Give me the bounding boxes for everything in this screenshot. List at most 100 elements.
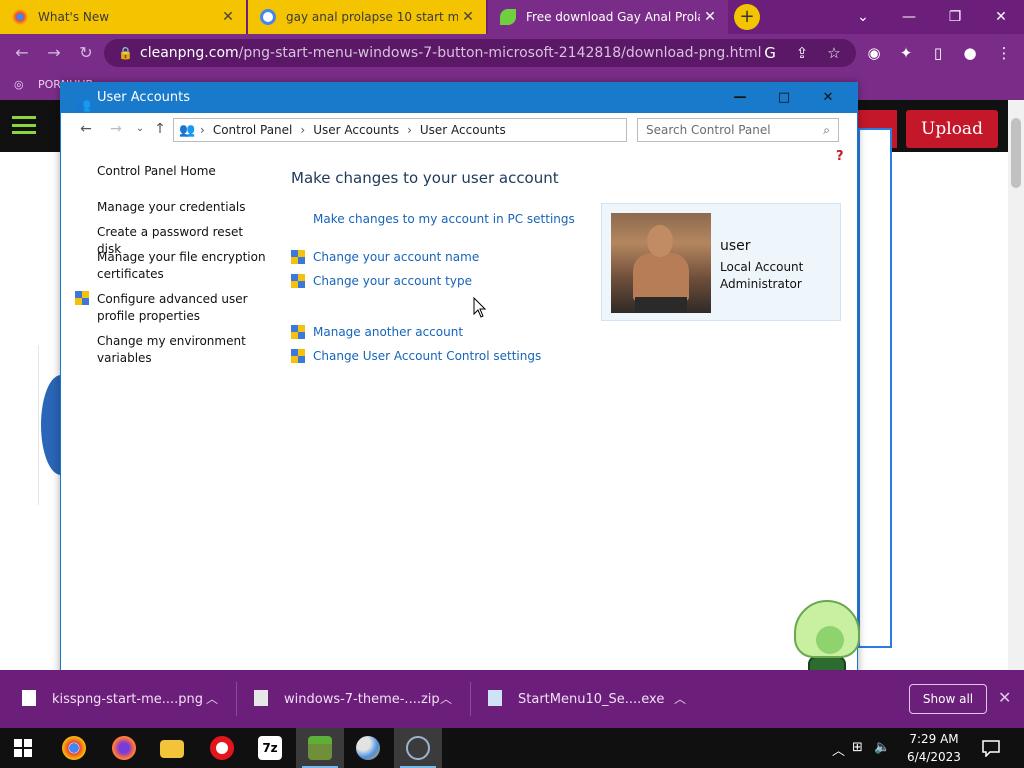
- tab-google-search[interactable]: gay anal prolapse 10 start menu ✕: [248, 0, 486, 34]
- taskbar-opera[interactable]: [198, 728, 246, 768]
- window-close-button[interactable]: ✕: [813, 85, 843, 111]
- chevron-up-icon[interactable]: ︿: [206, 690, 218, 707]
- folder-icon: [160, 740, 184, 758]
- taskbar-minecraft[interactable]: [296, 728, 344, 768]
- taskbar-7zip[interactable]: 7z: [246, 728, 294, 768]
- bookmark-globe-icon[interactable]: ◎: [14, 78, 24, 91]
- extensions-puzzle-icon[interactable]: ✦: [896, 43, 916, 63]
- downloads-close-icon[interactable]: ✕: [998, 688, 1011, 707]
- hamburger-menu-icon[interactable]: [12, 116, 36, 134]
- environment-variables-link[interactable]: Change my environment variables: [97, 333, 267, 367]
- advanced-profile-properties-link[interactable]: Configure advanced user profile properti…: [97, 291, 267, 325]
- shield-icon: [291, 325, 305, 339]
- chrome-icon: [12, 9, 28, 25]
- lock-icon: 🔒: [118, 46, 133, 60]
- manage-another-account-link[interactable]: Manage another account: [313, 325, 463, 339]
- network-icon[interactable]: ⊞: [852, 740, 863, 755]
- taskbar-control-panel[interactable]: [394, 728, 442, 768]
- account-type: Local Account: [720, 260, 804, 274]
- manage-credentials-link[interactable]: Manage your credentials: [97, 199, 267, 216]
- shield-icon: [291, 274, 305, 288]
- more-menu-icon[interactable]: ⋮: [994, 43, 1014, 63]
- breadcrumb-item[interactable]: User Accounts: [420, 123, 506, 137]
- tab-search-icon[interactable]: ⌄: [840, 0, 886, 34]
- page-title: Make changes to your user account: [291, 169, 559, 187]
- background-dialog: [858, 128, 892, 648]
- leaf-icon: [500, 9, 516, 25]
- url-path: /png-start-menu-windows-7-button-microso…: [238, 45, 762, 61]
- tab-close-icon[interactable]: ✕: [218, 9, 238, 25]
- pc-settings-link[interactable]: Make changes to my account in PC setting…: [313, 212, 575, 226]
- change-account-name-link[interactable]: Change your account name: [313, 250, 479, 264]
- tab-close-icon[interactable]: ✕: [458, 9, 478, 25]
- windows-start-icon[interactable]: [14, 739, 32, 757]
- share-icon[interactable]: ⇪: [792, 43, 812, 63]
- scrollbar-thumb[interactable]: [1011, 118, 1021, 188]
- download-filename: kisspng-start-me....png: [52, 692, 204, 707]
- uac-settings-link[interactable]: Change User Account Control settings: [313, 349, 541, 363]
- search-placeholder: Search Control Panel: [646, 123, 771, 137]
- search-icon[interactable]: ⌕: [823, 119, 830, 141]
- download-filename: StartMenu10_Se....exe: [518, 692, 665, 707]
- window-minimize-button[interactable]: —: [725, 85, 755, 111]
- extension-avatar-icon[interactable]: ◉: [864, 43, 884, 63]
- user-accounts-icon: [406, 736, 430, 760]
- window-maximize-button[interactable]: □: [769, 85, 799, 111]
- browser-restore-button[interactable]: ❐: [932, 0, 978, 34]
- zip-file-icon: [254, 690, 268, 706]
- tab-close-icon[interactable]: ✕: [700, 9, 720, 25]
- file-encryption-link[interactable]: Manage your file encryption certificates: [97, 249, 267, 283]
- breadcrumb-item[interactable]: User Accounts: [313, 123, 399, 137]
- page-scrollbar[interactable]: [1008, 100, 1024, 670]
- exe-file-icon: [488, 690, 502, 706]
- download-item[interactable]: StartMenu10_Se....exe: [488, 690, 664, 707]
- chevron-up-icon[interactable]: ︿: [674, 690, 686, 707]
- taskbar: 7z ︿ ⊞ 🔈 7:29 AM 6/4/2023: [0, 728, 1024, 768]
- google-lens-icon[interactable]: G: [760, 43, 780, 63]
- taskbar-chrome[interactable]: [50, 728, 98, 768]
- change-account-type-link[interactable]: Change your account type: [313, 274, 472, 288]
- breadcrumb[interactable]: 👥 › Control Panel › User Accounts › User Acco…: [173, 118, 627, 142]
- address-bar[interactable]: 🔒 cleanpng.com/png-start-menu-windows-7-b…: [104, 39, 856, 67]
- tab-whats-new[interactable]: What's New ✕: [0, 0, 246, 34]
- notification-center-icon[interactable]: [982, 739, 1000, 757]
- upload-button[interactable]: Upload: [906, 110, 998, 148]
- help-icon[interactable]: ?: [836, 149, 844, 164]
- google-icon: [260, 9, 276, 25]
- volume-icon[interactable]: 🔈: [874, 740, 890, 755]
- download-item[interactable]: kisspng-start-me....png: [22, 690, 203, 707]
- forward-arrow-icon[interactable]: →: [44, 43, 64, 63]
- file-icon: [22, 690, 36, 706]
- tab-cleanpng[interactable]: Free download Gay Anal Prolapse ✕: [488, 0, 728, 34]
- bookmark-star-icon[interactable]: ☆: [824, 43, 844, 63]
- clock-date: 6/4/2023: [907, 750, 961, 764]
- taskbar-firefox[interactable]: [100, 728, 148, 768]
- download-item[interactable]: windows-7-theme-....zip: [254, 690, 440, 707]
- back-icon[interactable]: ←: [77, 121, 95, 137]
- new-tab-button[interactable]: +: [734, 4, 760, 30]
- taskbar-paint[interactable]: [344, 728, 392, 768]
- chevron-up-icon[interactable]: ︿: [440, 690, 452, 707]
- 7zip-icon: 7z: [258, 736, 282, 760]
- breadcrumb-item[interactable]: Control Panel: [213, 123, 293, 137]
- forward-icon[interactable]: →: [107, 121, 125, 137]
- browser-close-button[interactable]: ✕: [978, 0, 1024, 34]
- download-filename: windows-7-theme-....zip: [284, 692, 440, 707]
- url-host: cleanpng.com: [140, 45, 239, 61]
- taskbar-file-explorer[interactable]: [148, 728, 196, 768]
- up-arrow-icon[interactable]: ↑: [151, 121, 169, 137]
- browser-minimize-button[interactable]: —: [886, 0, 932, 34]
- show-all-button[interactable]: Show all: [909, 684, 987, 714]
- profile-icon[interactable]: ●: [960, 43, 980, 63]
- tab-label: Free download Gay Anal Prolapse: [526, 10, 700, 24]
- side-panel-icon[interactable]: ▯: [928, 43, 948, 63]
- reload-icon[interactable]: ↻: [76, 43, 96, 63]
- recent-locations-chevron-icon[interactable]: ⌄: [131, 123, 149, 134]
- account-role: Administrator: [720, 277, 802, 291]
- avatar[interactable]: [611, 213, 711, 313]
- system-clock[interactable]: 7:29 AM 6/4/2023: [898, 730, 970, 766]
- show-hidden-icons-chevron-icon[interactable]: ︿: [832, 740, 845, 759]
- search-input[interactable]: Search Control Panel ⌕: [637, 118, 839, 142]
- back-arrow-icon[interactable]: ←: [12, 43, 32, 63]
- control-panel-home-link[interactable]: Control Panel Home: [97, 163, 267, 180]
